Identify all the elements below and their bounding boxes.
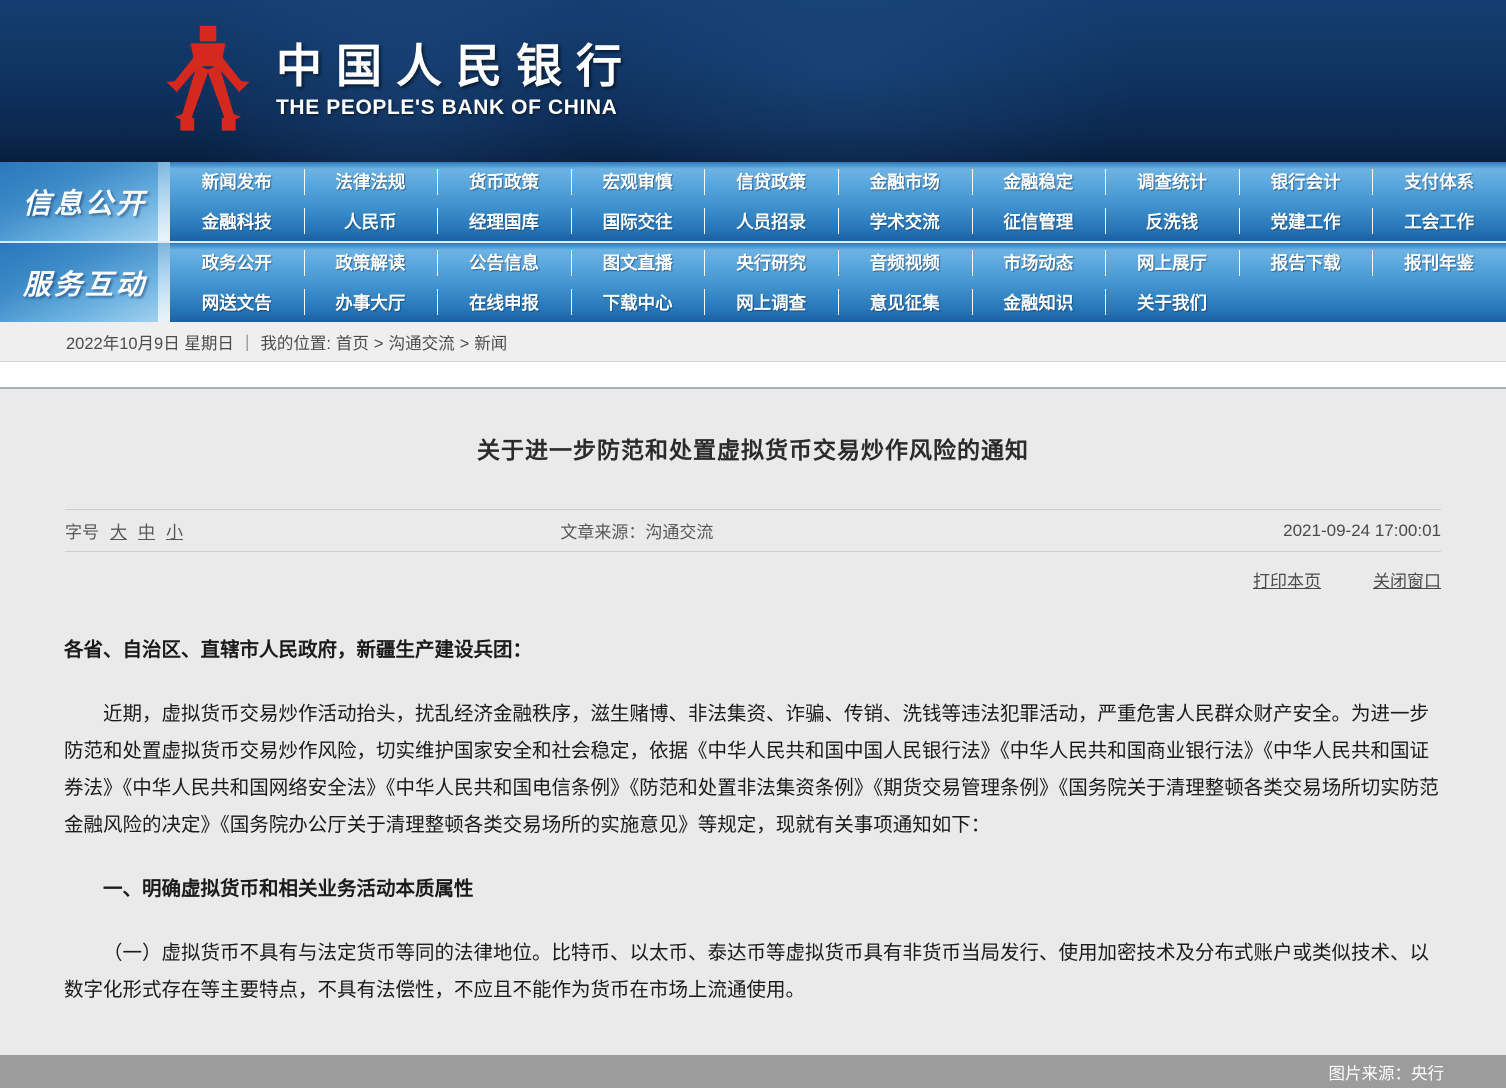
article-paragraph: 近期，虚拟货币交易炒作活动抬头，扰乱经济金融秩序，滋生赌博、非法集资、诈骗、传销… bbox=[64, 696, 1442, 844]
nav-item[interactable]: 音频视频 bbox=[838, 243, 972, 283]
image-source-text: 图片来源：央行 bbox=[1329, 1060, 1445, 1084]
source-label: 文章来源： bbox=[560, 523, 645, 542]
site-name-english: THE PEOPLE'S BANK OF CHINA bbox=[276, 96, 636, 120]
nav-item[interactable]: 政务公开 bbox=[170, 243, 304, 283]
site-banner: 中国人民银行 THE PEOPLE'S BANK OF CHINA bbox=[0, 0, 1506, 162]
article-paragraph: 各省、自治区、直辖市人民政府，新疆生产建设兵团： bbox=[64, 632, 1442, 669]
print-page-link[interactable]: 打印本页 bbox=[1253, 567, 1321, 592]
nav-item[interactable]: 宏观审慎 bbox=[571, 162, 705, 202]
page-title: 关于进一步防范和处置虚拟货币交易炒作风险的通知 bbox=[0, 431, 1506, 465]
spacer-band bbox=[0, 362, 1506, 389]
nav-item[interactable]: 网上调查 bbox=[704, 283, 838, 323]
nav-section-label[interactable]: 服务互动 bbox=[0, 243, 170, 322]
article-meta-row: 字号大中小 文章来源：沟通交流 2021-09-24 17:00:01 bbox=[65, 509, 1441, 552]
nav-item[interactable]: 报刊年鉴 bbox=[1372, 243, 1506, 283]
nav-item[interactable]: 人员招录 bbox=[704, 202, 838, 242]
nav-item[interactable]: 学术交流 bbox=[838, 202, 972, 242]
nav-items-grid: 新闻发布法律法规货币政策宏观审慎信贷政策金融市场金融稳定调查统计银行会计支付体系… bbox=[170, 162, 1506, 241]
nav-item[interactable]: 报告下载 bbox=[1239, 243, 1373, 283]
nav-item[interactable]: 货币政策 bbox=[437, 162, 571, 202]
nav-item[interactable]: 网送文告 bbox=[170, 283, 304, 323]
nav-item[interactable]: 征信管理 bbox=[972, 202, 1106, 242]
article-paragraph: （一）虚拟货币不具有与法定货币等同的法律地位。比特币、以太币、泰达币等虚拟货币具… bbox=[64, 935, 1442, 1009]
nav-item[interactable]: 新闻发布 bbox=[170, 162, 304, 202]
location-label: 我的位置: bbox=[260, 330, 331, 354]
nav-item[interactable]: 调查统计 bbox=[1105, 162, 1239, 202]
nav-item[interactable]: 法律法规 bbox=[304, 162, 438, 202]
font-size-option[interactable]: 小 bbox=[166, 523, 183, 542]
image-source-bar: 图片来源：央行 bbox=[0, 1055, 1506, 1088]
source-value: 沟通交流 bbox=[645, 523, 713, 542]
nav-item[interactable]: 意见征集 bbox=[838, 283, 972, 323]
breadcrumb-link[interactable]: 沟通交流 bbox=[389, 335, 455, 353]
breadcrumb-link[interactable]: 新闻 bbox=[474, 335, 507, 353]
current-date: 2022年10月9日 星期日 bbox=[66, 330, 234, 354]
breadcrumb-path: 首页>沟通交流>新闻 bbox=[336, 330, 512, 354]
nav-item[interactable]: 金融市场 bbox=[838, 162, 972, 202]
article-datetime: 2021-09-24 17:00:01 bbox=[1283, 521, 1441, 541]
article-actions: 打印本页 关闭窗口 bbox=[65, 552, 1441, 606]
main-nav: 信息公开新闻发布法律法规货币政策宏观审慎信贷政策金融市场金融稳定调查统计银行会计… bbox=[0, 162, 1506, 322]
nav-item[interactable]: 图文直播 bbox=[571, 243, 705, 283]
nav-item[interactable]: 下载中心 bbox=[571, 283, 705, 323]
nav-item[interactable]: 在线申报 bbox=[437, 283, 571, 323]
article-paragraph: 一、明确虚拟货币和相关业务活动本质属性 bbox=[64, 871, 1442, 908]
nav-item[interactable]: 经理国库 bbox=[437, 202, 571, 242]
font-size-option[interactable]: 大 bbox=[110, 523, 127, 542]
nav-item[interactable]: 办事大厅 bbox=[304, 283, 438, 323]
font-size-controls: 字号大中小 bbox=[65, 518, 560, 543]
nav-item[interactable]: 反洗钱 bbox=[1105, 202, 1239, 242]
pboc-logo-icon[interactable] bbox=[162, 25, 254, 137]
nav-section-label[interactable]: 信息公开 bbox=[0, 162, 170, 241]
nav-item[interactable]: 支付体系 bbox=[1372, 162, 1506, 202]
nav-item[interactable]: 市场动态 bbox=[972, 243, 1106, 283]
nav-item[interactable]: 公告信息 bbox=[437, 243, 571, 283]
nav-item[interactable]: 人民币 bbox=[304, 202, 438, 242]
site-name: 中国人民银行 THE PEOPLE'S BANK OF CHINA bbox=[276, 42, 636, 121]
nav-section-1: 信息公开新闻发布法律法规货币政策宏观审慎信贷政策金融市场金融稳定调查统计银行会计… bbox=[0, 162, 1506, 241]
breadcrumb-path-separator: > bbox=[460, 335, 470, 353]
nav-item-empty bbox=[1239, 283, 1373, 323]
nav-item[interactable]: 银行会计 bbox=[1239, 162, 1373, 202]
nav-items-grid: 政务公开政策解读公告信息图文直播央行研究音频视频市场动态网上展厅报告下载报刊年鉴… bbox=[170, 243, 1506, 322]
nav-item[interactable]: 金融稳定 bbox=[972, 162, 1106, 202]
breadcrumb-bar: 2022年10月9日 星期日 ｜ 我的位置: 首页>沟通交流>新闻 bbox=[0, 322, 1506, 362]
nav-item[interactable]: 工会工作 bbox=[1372, 202, 1506, 242]
pboc-webpage: 中国人民银行 THE PEOPLE'S BANK OF CHINA 信息公开新闻… bbox=[0, 0, 1506, 1088]
article: 关于进一步防范和处置虚拟货币交易炒作风险的通知 字号大中小 文章来源：沟通交流 … bbox=[0, 431, 1506, 1009]
nav-item[interactable]: 政策解读 bbox=[304, 243, 438, 283]
nav-item[interactable]: 金融科技 bbox=[170, 202, 304, 242]
nav-item[interactable]: 央行研究 bbox=[704, 243, 838, 283]
site-name-chinese: 中国人民银行 bbox=[276, 42, 636, 93]
breadcrumb-link[interactable]: 首页 bbox=[336, 335, 369, 353]
nav-item[interactable]: 信贷政策 bbox=[704, 162, 838, 202]
nav-item-empty bbox=[1372, 283, 1506, 323]
nav-item[interactable]: 网上展厅 bbox=[1105, 243, 1239, 283]
breadcrumb-separator: ｜ bbox=[239, 330, 256, 354]
breadcrumb-path-separator: > bbox=[374, 335, 384, 353]
article-source: 文章来源：沟通交流 bbox=[560, 518, 1283, 543]
font-size-label: 字号 bbox=[65, 523, 99, 542]
nav-item[interactable]: 党建工作 bbox=[1239, 202, 1373, 242]
close-window-link[interactable]: 关闭窗口 bbox=[1373, 567, 1441, 592]
article-body: 各省、自治区、直辖市人民政府，新疆生产建设兵团： 近期，虚拟货币交易炒作活动抬头，… bbox=[0, 606, 1506, 1009]
font-size-option[interactable]: 中 bbox=[138, 523, 155, 542]
nav-item[interactable]: 国际交往 bbox=[571, 202, 705, 242]
nav-item[interactable]: 关于我们 bbox=[1105, 283, 1239, 323]
nav-section-2: 服务互动政务公开政策解读公告信息图文直播央行研究音频视频市场动态网上展厅报告下载… bbox=[0, 243, 1506, 322]
nav-item[interactable]: 金融知识 bbox=[972, 283, 1106, 323]
